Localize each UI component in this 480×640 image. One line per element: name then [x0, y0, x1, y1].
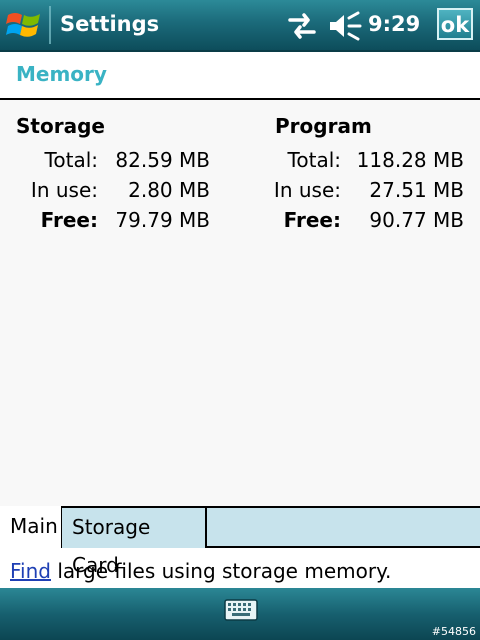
- find-description: large files using storage memory.: [50, 559, 392, 583]
- storage-free-label: Free:: [40, 208, 98, 232]
- volume-muted-icon[interactable]: [328, 11, 362, 41]
- image-id-stamp: #54856: [431, 625, 476, 638]
- tab-strip: Main Storage Card: [0, 506, 480, 577]
- memory-content: Storage Total: 82.59 MB In use: 2.80 MB …: [0, 100, 480, 506]
- start-button[interactable]: [0, 0, 48, 50]
- find-link[interactable]: Find: [10, 559, 51, 583]
- find-files-line: Find large files using storage memory.: [10, 559, 391, 583]
- keyboard-icon[interactable]: [224, 599, 258, 623]
- storage-title: Storage: [16, 114, 105, 138]
- title-separator: [49, 6, 51, 44]
- page-title: Memory: [16, 62, 107, 86]
- program-inuse-value: 27.51 MB: [369, 178, 464, 202]
- program-title: Program: [275, 114, 372, 138]
- program-total-value: 118.28 MB: [356, 148, 464, 172]
- program-free-value: 90.77 MB: [369, 208, 464, 232]
- windows-start-icon: [6, 13, 40, 37]
- storage-free-value: 79.79 MB: [115, 208, 210, 232]
- window-title: Settings: [60, 12, 160, 36]
- ok-button[interactable]: ok: [437, 8, 473, 40]
- program-free-label: Free:: [283, 208, 341, 232]
- tab-main[interactable]: Main: [0, 506, 63, 548]
- title-bar: Settings 9:29 ok: [0, 0, 480, 52]
- program-total-label: Total:: [287, 148, 341, 172]
- clock[interactable]: 9:29: [368, 12, 420, 36]
- bottom-menu-bar: #54856: [0, 588, 480, 640]
- storage-total-value: 82.59 MB: [115, 148, 210, 172]
- storage-inuse-value: 2.80 MB: [128, 178, 210, 202]
- tab-storage-card[interactable]: Storage Card: [62, 506, 207, 577]
- storage-inuse-label: In use:: [30, 178, 98, 202]
- storage-total-label: Total:: [44, 148, 98, 172]
- program-inuse-label: In use:: [273, 178, 341, 202]
- connectivity-arrows-icon[interactable]: [286, 12, 318, 40]
